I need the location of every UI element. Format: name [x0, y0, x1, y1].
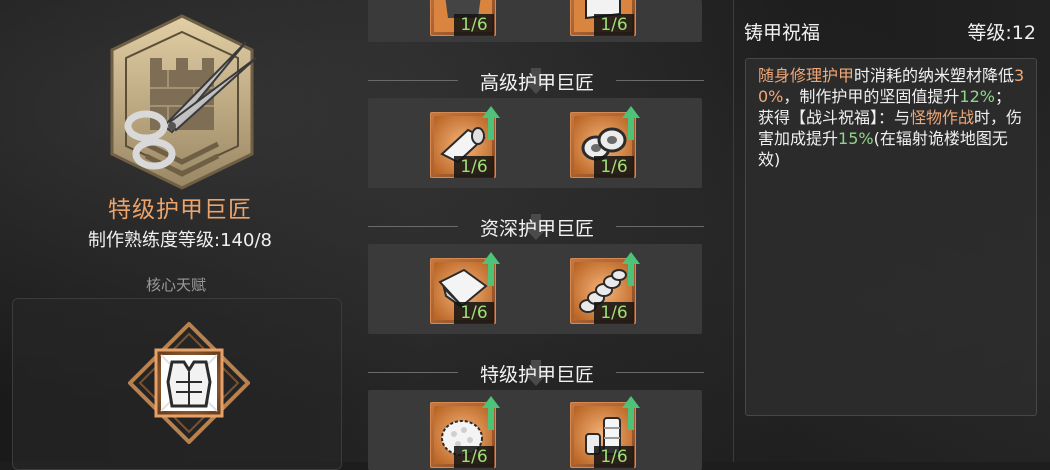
talent-slot[interactable]: 1/6	[430, 0, 496, 36]
talent-slot[interactable]: 1/6	[570, 106, 640, 178]
talent-slot[interactable]: 1/6	[430, 252, 500, 324]
tier-divider: 资深护甲巨匠	[366, 212, 708, 242]
talent-count: 1/6	[454, 446, 494, 468]
scissors-fortress-icon	[110, 14, 257, 190]
talent-count: 1/6	[594, 14, 634, 36]
tier-title: 资深护甲巨匠	[479, 218, 594, 240]
talent-slot[interactable]: 1/6	[570, 252, 640, 324]
talent-slot[interactable]: 1/6	[570, 0, 636, 36]
upgrade-arrow-icon	[622, 252, 640, 286]
talent-detail-panel: 铸甲祝福 等级:12 随身修理护甲时消耗的纳米塑材降低30%，制作护甲的坚固值提…	[733, 0, 1050, 462]
upgrade-arrow-icon	[482, 252, 500, 286]
talent-count: 1/6	[454, 156, 494, 178]
tier-panel-top	[368, 0, 702, 42]
proficiency-level: 制作熟练度等级:140/8	[88, 230, 272, 251]
description-box: 随身修理护甲时消耗的纳米塑材降低30%，制作护甲的坚固值提升12%； 获得【战斗祝…	[745, 58, 1037, 416]
tier-divider: 特级护甲巨匠	[366, 358, 708, 388]
talent-name: 铸甲祝福	[744, 22, 821, 44]
description-segment: 随身修理护甲	[758, 66, 855, 85]
description-segment: ，制作护甲的坚固值提升	[783, 87, 960, 106]
description-segment: ；	[994, 87, 1011, 106]
upgrade-arrow-icon	[622, 396, 640, 430]
upgrade-arrow-icon	[482, 396, 500, 430]
talent-count: 1/6	[454, 14, 494, 36]
description-segment: 时消耗的纳米塑材降低	[854, 66, 1015, 85]
tier-title: 高级护甲巨匠	[479, 72, 594, 94]
talent-count: 1/6	[594, 156, 634, 178]
tier-panel	[368, 98, 702, 188]
talent-slot[interactable]: 1/6	[570, 396, 640, 468]
talent-description: 随身修理护甲时消耗的纳米塑材降低30%，制作护甲的坚固值提升12%； 获得【战斗祝…	[758, 65, 1030, 170]
talent-count: 1/6	[594, 446, 634, 468]
profession-panel: 特级护甲巨匠 制作熟练度等级:140/8 核心天赋	[0, 0, 360, 470]
talent-slot[interactable]: 1/6	[430, 396, 500, 468]
description-segment: 怪物作战	[910, 108, 975, 127]
tier-panel	[368, 390, 702, 470]
description-segment: 15%	[838, 129, 874, 148]
upgrade-arrow-icon	[482, 106, 500, 140]
upgrade-arrow-icon	[622, 106, 640, 140]
talent-level: 等级:12	[967, 22, 1036, 44]
talent-count: 1/6	[454, 302, 494, 324]
tier-divider: 高级护甲巨匠	[366, 66, 708, 96]
rank-title: 特级护甲巨匠	[108, 197, 252, 223]
talent-tree: 1/6 1/6 高级护甲巨匠 1/6 1/6 资深护甲巨匠 1/6 1/6 特级…	[366, 0, 708, 470]
tier-title: 特级护甲巨匠	[479, 364, 594, 386]
talent-slot[interactable]: 1/6	[430, 106, 500, 178]
core-talent-label: 核心天赋	[145, 276, 206, 294]
armor-vest-icon[interactable]	[128, 322, 250, 444]
description-segment: 获得【战斗祝福】：与	[758, 108, 911, 127]
description-segment: 12%	[959, 87, 995, 106]
talent-count: 1/6	[594, 302, 634, 324]
tier-panel	[368, 244, 702, 334]
